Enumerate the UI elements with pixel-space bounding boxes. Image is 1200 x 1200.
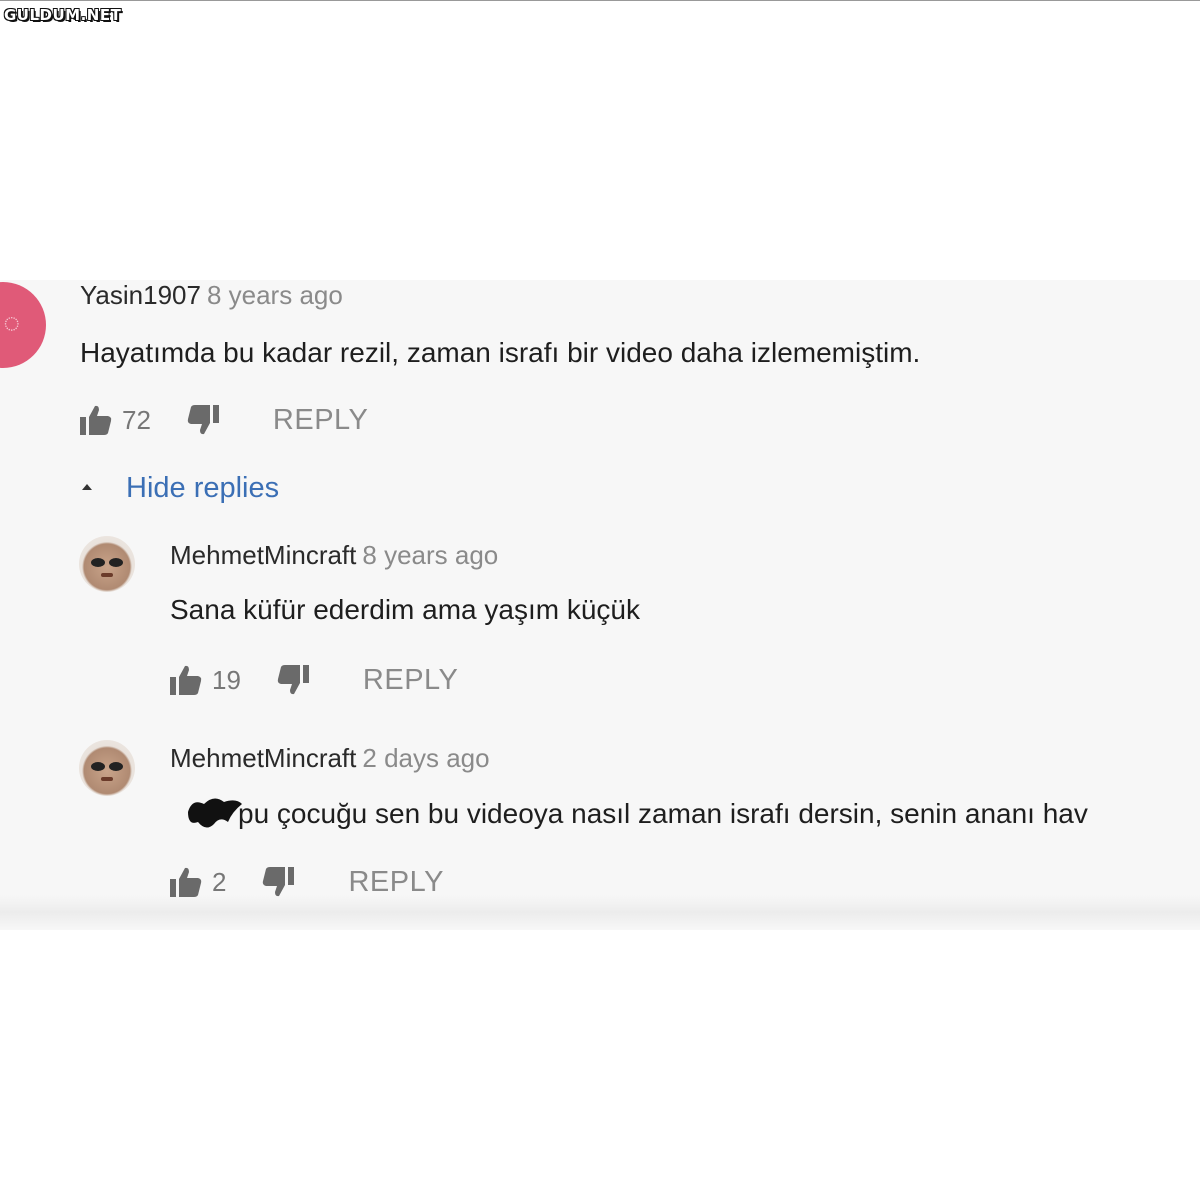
like-button[interactable] — [80, 403, 112, 437]
reply-avatar[interactable] — [79, 740, 135, 796]
like-button[interactable] — [170, 865, 202, 899]
hide-replies-toggle[interactable]: Hide replies — [82, 472, 279, 505]
reply-timestamp[interactable]: 2 days ago — [362, 743, 489, 773]
reply-actions: 19 REPLY — [170, 663, 458, 697]
thumbs-down-icon — [263, 867, 295, 897]
reply-text: Sana küfür ederdim ama yaşım küçük — [170, 594, 640, 625]
comment-text: Hayatımda bu kadar rezil, zaman israfı b… — [80, 337, 921, 368]
thumbs-up-icon — [80, 405, 112, 435]
avatar-mouth — [101, 777, 113, 781]
reply-timestamp[interactable]: 8 years ago — [362, 540, 498, 570]
reply-author[interactable]: MehmetMincraft — [170, 540, 356, 570]
thumbs-down-icon — [187, 405, 219, 435]
like-button[interactable] — [170, 663, 202, 697]
thumbs-down-icon — [277, 665, 309, 695]
caret-up-icon — [82, 483, 92, 490]
reply-button[interactable]: REPLY — [348, 866, 443, 899]
avatar-eye — [109, 558, 123, 567]
like-count: 2 — [212, 866, 227, 897]
dislike-button[interactable] — [187, 403, 219, 437]
censor-scribble — [188, 798, 242, 828]
reply-button[interactable]: REPLY — [363, 664, 458, 697]
comment-author[interactable]: Yasin1907 — [80, 280, 201, 310]
reply-author[interactable]: MehmetMincraft — [170, 743, 356, 773]
thumbs-up-icon — [170, 665, 202, 695]
avatar-eye — [91, 558, 105, 567]
dislike-button[interactable] — [277, 663, 309, 697]
comment-actions: 72 REPLY — [80, 403, 368, 437]
top-border — [0, 0, 1200, 1]
panel-bottom-fade — [0, 895, 1200, 930]
reply-avatar[interactable] — [79, 536, 135, 592]
comment-timestamp[interactable]: 8 years ago — [207, 280, 343, 310]
reply-author-line: MehmetMincraft 2 days ago — [170, 743, 490, 774]
reply-actions: 2 REPLY — [170, 865, 444, 899]
dislike-button[interactable] — [262, 865, 295, 899]
reply-text: pu çocuğu sen bu videoya nasıl zaman isr… — [238, 798, 1088, 829]
like-count: 19 — [212, 664, 241, 695]
comment-author-line: Yasin1907 8 years ago — [80, 280, 343, 311]
hide-replies-label: Hide replies — [126, 472, 280, 504]
reply-author-line: MehmetMincraft 8 years ago — [170, 540, 498, 571]
avatar-mouth — [101, 573, 113, 577]
avatar-eye — [91, 762, 105, 771]
reply-button[interactable]: REPLY — [273, 404, 368, 437]
avatar-eye — [109, 762, 123, 771]
like-count: 72 — [122, 404, 151, 435]
avatar-letter-icon: ◌ — [3, 307, 20, 338]
site-watermark-logo: GULDUM.NET — [4, 6, 122, 24]
thumbs-up-icon — [170, 867, 202, 897]
